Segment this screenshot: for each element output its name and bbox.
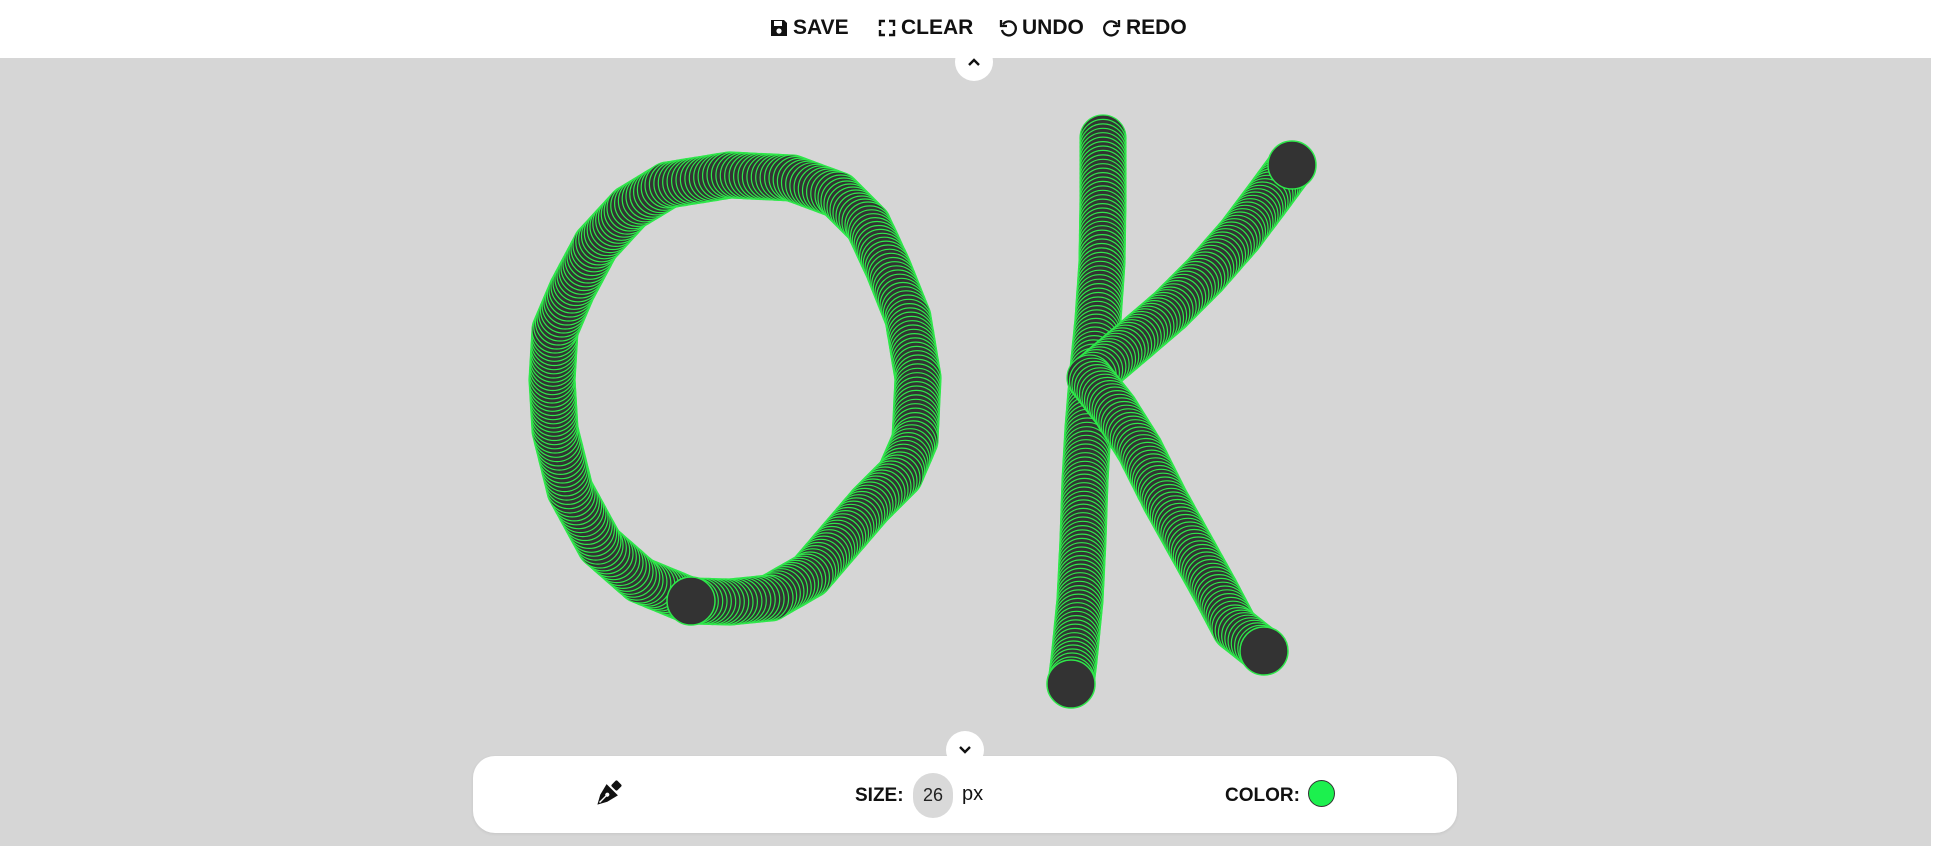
collapse-panel-button[interactable] — [946, 731, 984, 769]
color-swatch[interactable] — [1308, 780, 1335, 807]
expand-corners-icon — [878, 19, 896, 37]
save-label: SAVE — [793, 16, 849, 39]
pen-icon — [597, 780, 622, 805]
clear-button[interactable]: CLEAR — [877, 15, 973, 41]
redo-icon — [1103, 20, 1121, 37]
pen-tool-button[interactable] — [589, 775, 627, 813]
brush-cap — [666, 576, 716, 626]
brush-cap — [1239, 626, 1289, 676]
save-button[interactable]: SAVE — [769, 15, 849, 41]
undo-button[interactable]: UNDO — [998, 15, 1084, 41]
clear-label: CLEAR — [901, 16, 974, 39]
chevron-down-icon — [959, 746, 971, 754]
redo-button[interactable]: REDO — [1102, 15, 1187, 41]
collapse-toolbar-button[interactable] — [955, 43, 993, 81]
undo-label: UNDO — [1022, 16, 1084, 39]
brush-cap — [1046, 659, 1096, 709]
size-input[interactable] — [913, 773, 953, 818]
floppy-disk-icon — [771, 20, 787, 36]
redo-label: REDO — [1126, 16, 1187, 39]
drawing-canvas[interactable] — [0, 58, 1931, 846]
undo-icon — [999, 20, 1017, 37]
color-label: COLOR: — [1225, 785, 1300, 806]
chevron-up-icon — [968, 58, 980, 66]
brush-cap — [1267, 140, 1317, 190]
size-label: SIZE: — [855, 785, 904, 806]
size-unit: px — [962, 783, 984, 805]
drawing-strokes — [528, 114, 1317, 709]
